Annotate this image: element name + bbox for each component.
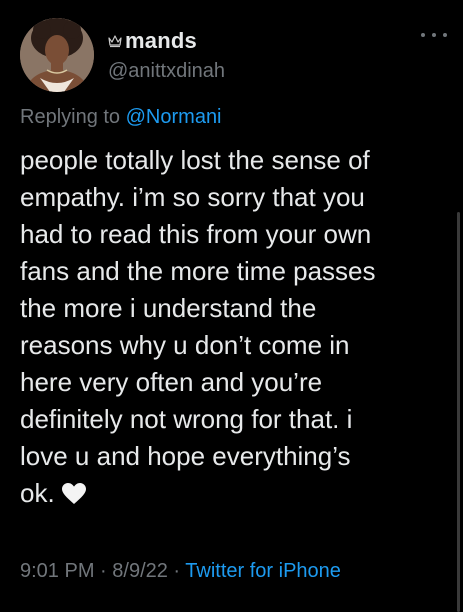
dot [432,33,436,37]
replying-to: Replying to @Normani [20,106,222,129]
tweet-line: here very often and you’re [20,367,323,397]
tweet-line: reasons why u don’t come in [20,330,350,360]
tweet-line: ok. [20,478,55,508]
avatar[interactable] [20,18,94,92]
meta-separator: · [94,560,113,582]
dot [421,33,425,37]
crown-icon [108,35,122,48]
profile-photo-icon [20,18,94,92]
tweet-line: fans and the more time passes [20,256,376,286]
tweet-text: people totally lost the sense of empathy… [20,142,450,512]
reply-mention-link[interactable]: @Normani [126,106,222,128]
tweet-detail: mands @anittxdinah Replying to @Normani … [0,0,463,612]
display-name: mands [125,28,197,53]
more-options-icon[interactable] [421,28,447,42]
tweet-last-line: ok. [20,475,450,512]
scrollbar[interactable] [457,212,460,612]
tweet-line: the more i understand the [20,293,317,323]
user-handle[interactable]: @anittxdinah [108,60,225,83]
tweet-line: definitely not wrong for that. i [20,404,353,434]
author-name-row[interactable]: mands [108,28,197,54]
tweet-date[interactable]: 8/9/22 [112,560,168,582]
tweet-line: empathy. i’m so sorry that you [20,182,365,212]
tweet-line: people totally lost the sense of [20,145,370,175]
dot [443,33,447,37]
tweet-meta: 9:01 PM · 8/9/22 · Twitter for iPhone [20,560,341,583]
white-heart-icon [61,483,86,504]
replying-prefix: Replying to [20,106,126,128]
tweet-source-link[interactable]: Twitter for iPhone [185,560,341,582]
tweet-line: had to read this from your own [20,219,372,249]
tweet-time[interactable]: 9:01 PM [20,560,94,582]
meta-separator: · [167,560,186,582]
tweet-line: love u and hope everything’s [20,441,351,471]
